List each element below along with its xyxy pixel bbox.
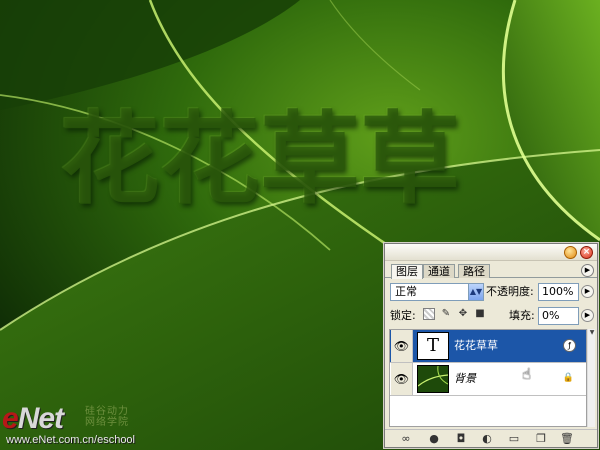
opacity-slider-icon[interactable]: ▶ [581, 285, 594, 298]
layers-scrollbar[interactable]: ▼ [587, 329, 595, 427]
layer-name[interactable]: 花花草草 [454, 339, 498, 353]
eye-icon: 👁 [393, 372, 410, 386]
tab-layers[interactable]: 图层 [391, 264, 423, 279]
chevron-down-icon[interactable]: ▼ [588, 329, 596, 337]
panel-tabs: 图层 通道 路径 ▶ [385, 261, 597, 279]
new-group-icon[interactable]: ▭ [507, 432, 521, 446]
visibility-toggle[interactable]: 👁 [391, 363, 413, 395]
enet-logo: eNet [2, 402, 64, 435]
tab-paths[interactable]: 路径 [458, 264, 490, 278]
add-layer-style-icon[interactable]: ● [427, 432, 441, 446]
background-layer-thumbnail [417, 365, 449, 393]
opacity-field[interactable]: 100% [538, 283, 579, 301]
blend-row: 正常 ▲▼ 不透明度: 100% ▶ [385, 278, 597, 303]
lock-paint-icon[interactable]: ✎ [440, 308, 452, 320]
layers-panel: × 图层 通道 路径 ▶ 正常 ▲▼ 不透明度: 100% ▶ 锁定: ✎ ✥ … [384, 243, 598, 448]
layer-style-icon[interactable]: ƒ [563, 339, 576, 352]
link-layers-icon[interactable]: ∞ [399, 432, 413, 446]
eye-icon: 👁 [393, 339, 410, 353]
chevron-updown-icon: ▲▼ [468, 284, 483, 300]
panel-footer: ∞ ● ◘ ◐ ▭ ❐ 🗑 [385, 429, 597, 447]
fill-field[interactable]: 0% [538, 307, 579, 325]
new-adjustment-layer-icon[interactable]: ◐ [480, 432, 494, 446]
fill-label: 填充: [509, 309, 535, 322]
layers-list: 👁 T 花花草草 ƒ 👁 背景 🔒 [389, 329, 587, 427]
canvas-title-text: 花花草草 [60, 101, 460, 218]
layer-row-text[interactable]: 👁 T 花花草草 ƒ [390, 330, 586, 363]
opacity-label: 不透明度: [486, 285, 534, 298]
close-icon[interactable]: × [580, 246, 593, 259]
layer-row-background[interactable]: 👁 背景 🔒 [390, 363, 586, 396]
lock-all-icon[interactable]: ■ [474, 308, 486, 320]
lock-label: 锁定: [390, 309, 416, 322]
panel-menu-icon[interactable]: ▶ [581, 264, 594, 277]
text-layer-thumbnail: T [417, 332, 449, 360]
visibility-toggle[interactable]: 👁 [391, 330, 413, 362]
lock-transparency-icon[interactable] [423, 308, 435, 320]
enet-url: www.eNet.com.cn/eschool [6, 434, 135, 446]
lock-row: 锁定: ✎ ✥ ■ 填充: 0% ▶ [385, 303, 597, 328]
lock-position-icon[interactable]: ✥ [457, 308, 469, 320]
delete-layer-icon[interactable]: 🗑 [560, 432, 574, 446]
new-layer-icon[interactable]: ❐ [534, 432, 548, 446]
panel-titlebar[interactable]: × [385, 244, 597, 261]
hand-cursor-icon: ☝ [522, 365, 532, 383]
enet-logo-subtitle: 硅谷动力 网络学院 [85, 406, 129, 428]
add-mask-icon[interactable]: ◘ [454, 432, 468, 446]
tab-channels[interactable]: 通道 [423, 264, 455, 278]
layer-name[interactable]: 背景 [454, 372, 476, 386]
minimize-icon[interactable] [564, 246, 577, 259]
lock-icon: 🔒 [562, 373, 574, 383]
fill-slider-icon[interactable]: ▶ [581, 309, 594, 322]
blend-mode-select[interactable]: 正常 ▲▼ [390, 283, 484, 301]
